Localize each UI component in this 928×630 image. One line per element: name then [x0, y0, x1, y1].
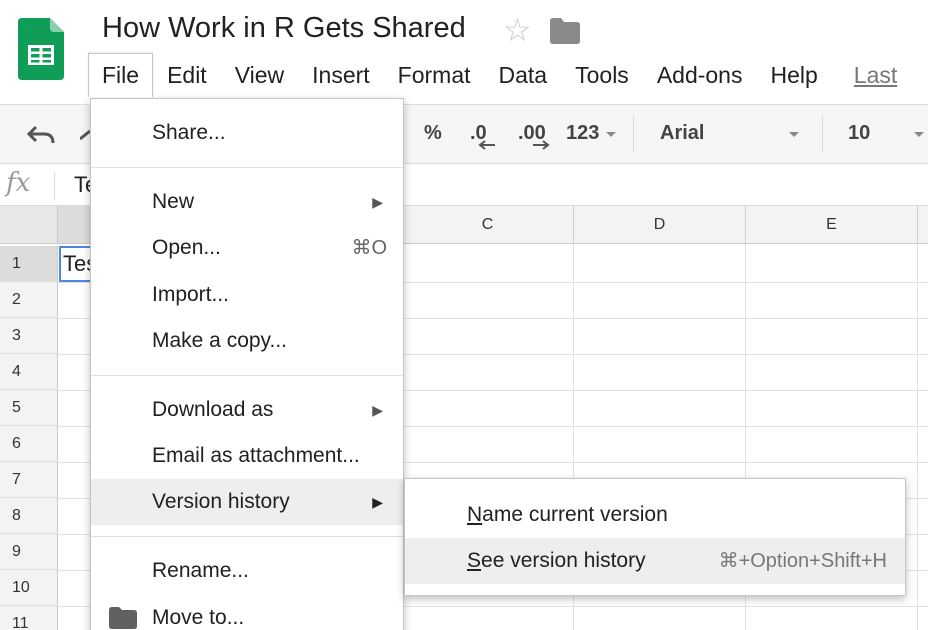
row-header[interactable]: 4	[0, 354, 58, 390]
file-menu-move-to-label: Move to...	[152, 606, 245, 629]
menu-divider	[91, 536, 403, 537]
shortcut-label: ⌘+Option+Shift+H	[718, 550, 887, 572]
toolbar-divider	[822, 115, 823, 153]
row-header[interactable]: 5	[0, 390, 58, 426]
toolbar-divider	[633, 115, 634, 153]
format-percent-button[interactable]: %	[424, 105, 442, 161]
file-menu-open-label: Open...	[152, 236, 221, 259]
file-menu-dropdown: Share... New ▶ Open... ⌘O Import... Make…	[90, 98, 404, 630]
decrease-decimal-button[interactable]: .0	[470, 105, 495, 161]
file-menu-download-as-label: Download as	[152, 398, 274, 421]
chevron-down-icon	[606, 132, 616, 137]
google-sheets-logo[interactable]	[18, 18, 64, 80]
row-header[interactable]: 2	[0, 282, 58, 318]
menu-divider	[91, 375, 403, 376]
see-version-history-label: ee version history	[481, 549, 646, 572]
menu-add-ons[interactable]: Add-ons	[643, 54, 757, 96]
file-menu-move-to[interactable]: Move to...	[91, 595, 403, 630]
row-header[interactable]: 8	[0, 498, 58, 534]
number-format-dropdown[interactable]: 123	[566, 105, 599, 161]
file-menu-open[interactable]: Open... ⌘O	[91, 225, 403, 271]
menu-tools[interactable]: Tools	[561, 54, 643, 96]
menu-data[interactable]: Data	[485, 54, 562, 96]
column-header-d[interactable]: D	[574, 206, 746, 244]
submenu-arrow-icon: ▶	[372, 402, 383, 418]
submenu-arrow-icon: ▶	[372, 194, 383, 210]
menu-view[interactable]: View	[221, 54, 298, 96]
file-menu-share-label: Share...	[152, 121, 226, 144]
file-menu-rename[interactable]: Rename...	[91, 548, 403, 594]
shortcut-label: ⌘O	[351, 237, 387, 259]
file-menu-download-as[interactable]: Download as ▶	[91, 387, 403, 433]
menu-edit[interactable]: Edit	[153, 54, 221, 96]
document-title[interactable]: How Work in R Gets Shared	[102, 12, 466, 45]
font-size-dropdown[interactable]: 10	[848, 105, 870, 161]
chevron-down-icon	[914, 132, 924, 137]
row-header[interactable]: 7	[0, 462, 58, 498]
arrow-right-icon	[533, 140, 550, 150]
folder-icon[interactable]	[550, 18, 580, 44]
column-header-f[interactable]	[918, 206, 928, 244]
menu-divider	[91, 167, 403, 168]
file-menu-import[interactable]: Import...	[91, 272, 403, 318]
file-menu-share[interactable]: Share...	[91, 110, 403, 156]
mnemonic-s: S	[467, 549, 482, 572]
arrow-left-icon	[478, 140, 495, 150]
row-header[interactable]: 1	[0, 246, 58, 282]
row-header[interactable]: 10	[0, 570, 58, 606]
star-outline-icon[interactable]: ☆	[503, 12, 532, 48]
file-menu-email-attachment-label: Email as attachment...	[152, 444, 360, 467]
row-header[interactable]: 9	[0, 534, 58, 570]
file-menu-make-copy-label: Make a copy...	[152, 329, 288, 352]
file-menu-version-history-label: Version history	[152, 490, 290, 513]
fx-icon: fx	[6, 168, 31, 198]
row-header[interactable]: 3	[0, 318, 58, 354]
folder-icon	[109, 607, 137, 629]
file-menu-rename-label: Rename...	[152, 559, 249, 582]
column-header-e[interactable]: E	[746, 206, 918, 244]
file-menu-make-copy[interactable]: Make a copy...	[91, 318, 403, 364]
grid-line	[917, 244, 918, 630]
select-all-corner[interactable]	[0, 206, 58, 244]
last-edit-link[interactable]: Last	[832, 54, 911, 96]
row-header[interactable]: 11	[0, 606, 58, 630]
menu-bar: File Edit View Insert Format Data Tools …	[88, 53, 911, 97]
file-menu-email-attachment[interactable]: Email as attachment...	[91, 433, 403, 479]
version-history-submenu: Name current version See version history…	[404, 478, 906, 596]
menu-help[interactable]: Help	[756, 54, 831, 96]
file-menu-new-label: New	[152, 190, 195, 213]
font-family-dropdown[interactable]: Arial	[660, 105, 704, 161]
file-menu-new[interactable]: New ▶	[91, 179, 403, 225]
increase-decimal-button[interactable]: .00	[518, 105, 550, 161]
file-menu-import-label: Import...	[152, 283, 230, 306]
mnemonic-n: N	[467, 503, 483, 526]
formula-divider	[54, 172, 55, 200]
undo-icon[interactable]	[26, 123, 56, 145]
chevron-down-icon	[789, 132, 799, 137]
menu-insert[interactable]: Insert	[298, 54, 384, 96]
submenu-arrow-icon: ▶	[372, 494, 383, 510]
column-header-c[interactable]: C	[402, 206, 574, 244]
name-current-version-item[interactable]: Name current version	[405, 492, 905, 538]
menu-format[interactable]: Format	[384, 54, 485, 96]
menu-file[interactable]: File	[88, 53, 154, 97]
see-version-history-item[interactable]: See version history ⌘+Option+Shift+H	[405, 538, 905, 584]
name-current-version-label: ame current version	[482, 503, 668, 526]
file-menu-version-history[interactable]: Version history ▶	[91, 479, 403, 525]
row-header[interactable]: 6	[0, 426, 58, 462]
